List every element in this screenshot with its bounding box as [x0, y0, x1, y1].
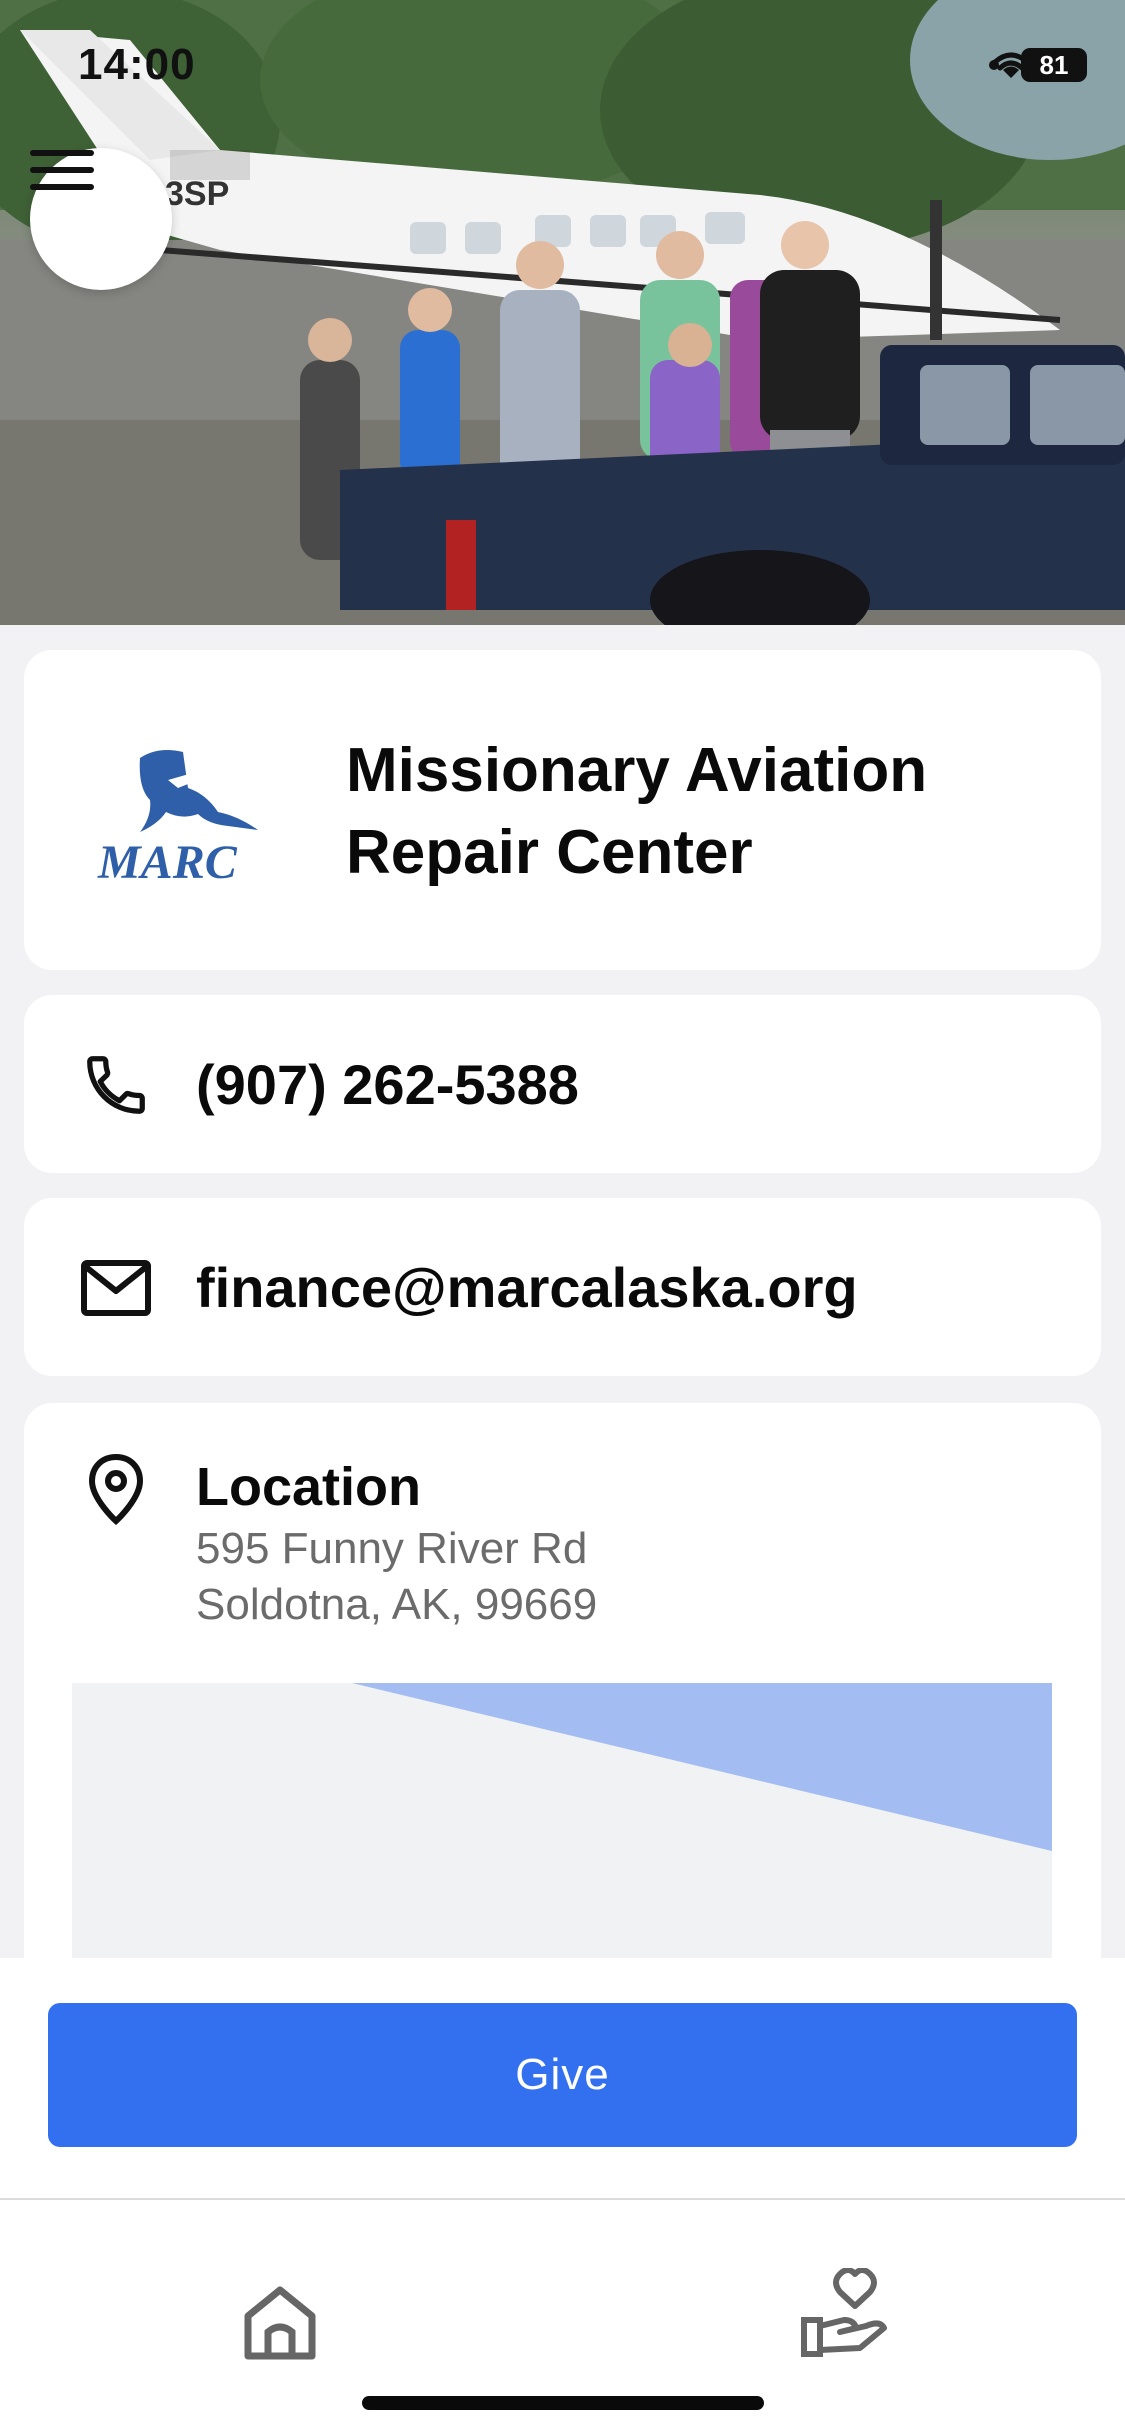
give-button[interactable]: Give	[48, 2003, 1077, 2147]
hero-photo: 3SP 14:00 81	[0, 0, 1125, 625]
status-icons: 81	[989, 48, 1087, 82]
svg-text:3SP: 3SP	[165, 175, 229, 213]
phone-number: (907) 262-5388	[196, 1053, 579, 1116]
email-address: finance@marcalaska.org	[196, 1256, 858, 1319]
wifi-icon	[992, 52, 1030, 78]
location-map[interactable]	[72, 1683, 1052, 2003]
email-card[interactable]: finance@marcalaska.org	[24, 1198, 1101, 1376]
home-indicator	[362, 2396, 764, 2410]
address-line-1: 595 Funny River Rd	[196, 1524, 588, 1573]
location-card: Location 595 Funny River Rd Soldotna, AK…	[24, 1403, 1101, 2003]
mail-icon	[76, 1248, 156, 1328]
hamburger-menu-icon	[30, 150, 94, 190]
phone-icon	[76, 1045, 156, 1125]
logo-text: MARC	[97, 836, 238, 888]
map-pin-icon	[76, 1453, 156, 1543]
hand-heart-icon[interactable]	[800, 2268, 890, 2358]
hero-illustration: 3SP	[0, 0, 1125, 625]
organization-card: MARC Missionary Aviation Repair Center	[24, 650, 1101, 970]
phone-card[interactable]: (907) 262-5388	[24, 995, 1101, 1173]
map-water-shape	[352, 1683, 1052, 1851]
marc-logo: MARC	[97, 750, 258, 888]
screen: 3SP 14:00 81 MARC Missionary Aviation Re…	[0, 0, 1125, 2436]
address-line-2: Soldotna, AK, 99669	[196, 1580, 598, 1629]
status-time: 14:00	[78, 40, 196, 89]
location-title: Location	[196, 1457, 421, 1517]
home-icon[interactable]	[240, 2282, 320, 2362]
organization-name: Missionary Aviation Repair Center	[346, 736, 928, 887]
give-area: Give	[0, 1958, 1125, 2198]
menu-button[interactable]	[30, 148, 172, 290]
